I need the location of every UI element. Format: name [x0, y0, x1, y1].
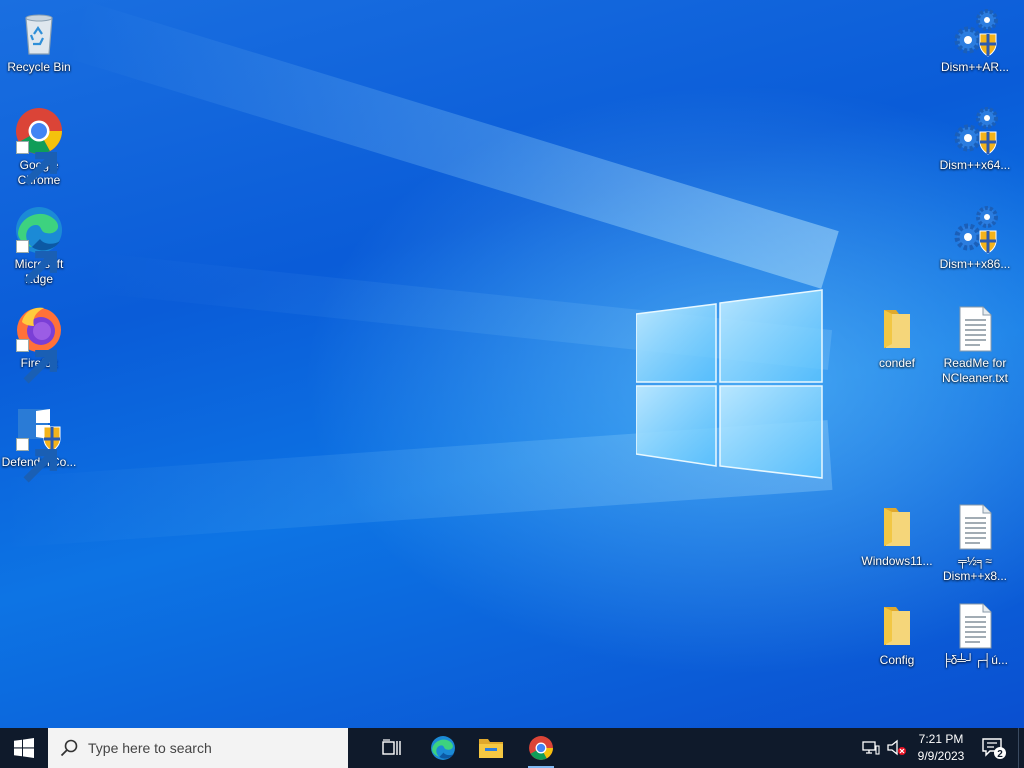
shortcut-arrow-icon — [16, 141, 58, 186]
firefox-icon — [14, 304, 64, 384]
icon-label: Recycle Bin — [7, 60, 71, 74]
task-view-button[interactable] — [370, 728, 414, 768]
desktop-icon-windows11-folder[interactable]: Windows11... — [857, 502, 937, 569]
folder-icon — [872, 601, 922, 651]
folder-icon — [872, 502, 922, 552]
desktop-icon-firefox[interactable]: Firefox — [0, 304, 79, 384]
notification-icon: 2 — [982, 738, 1006, 760]
gear-shield-icon — [950, 8, 1000, 58]
show-desktop-button[interactable] — [1018, 728, 1024, 768]
desktop-icon-dism-x64[interactable]: Dism++x64... — [935, 106, 1015, 173]
gear-shield-icon — [950, 106, 1000, 156]
icon-label: ╞δ╧┘┌┤ú... — [942, 653, 1008, 667]
chrome-icon — [14, 106, 64, 186]
search-box[interactable]: Type here to search — [48, 728, 348, 768]
desktop-icon-garbled-text-file[interactable]: ╞δ╧┘┌┤ú... — [935, 601, 1015, 668]
windows-start-icon — [14, 738, 34, 758]
shortcut-arrow-icon — [16, 240, 58, 285]
clock[interactable]: 7:21 PM 9/9/2023 — [910, 728, 972, 768]
taskbar-chrome-button[interactable] — [518, 728, 564, 768]
notification-badge: 2 — [997, 749, 1003, 760]
clock-time: 7:21 PM — [918, 732, 964, 746]
text-file-icon — [950, 304, 1000, 354]
icon-label: condef — [878, 356, 916, 370]
desktop-icon-readme-ncleaner[interactable]: ReadMe for NCleaner.txt — [935, 304, 1015, 386]
light-beam — [65, 0, 839, 289]
shortcut-arrow-icon — [16, 339, 58, 384]
icon-label: Dism++x86... — [939, 257, 1011, 271]
icon-label: ReadMe for NCleaner.txt — [941, 356, 1009, 385]
desktop-icon-google-chrome[interactable]: Google Chrome — [0, 106, 79, 188]
search-placeholder: Type here to search — [88, 740, 212, 756]
network-tray-button[interactable] — [858, 728, 884, 768]
defender-control-icon — [14, 403, 64, 483]
icon-label: Dism++AR... — [940, 60, 1009, 74]
network-icon — [862, 741, 880, 755]
icon-label: ╤½╕≈ Dism++x8... — [942, 554, 1008, 583]
desktop-icon-dism-text-file[interactable]: ╤½╕≈ Dism++x8... — [935, 502, 1015, 584]
task-view-icon — [382, 739, 401, 755]
folder-icon — [872, 304, 922, 354]
action-center-button[interactable]: 2 — [974, 728, 1014, 768]
search-icon — [60, 739, 78, 757]
taskbar: Type here to search 7:21 PM 9/9/2023 2 — [0, 728, 1024, 768]
desktop-icon-microsoft-edge[interactable]: Microsoft Edge — [0, 205, 79, 287]
desktop-icon-dism-arm[interactable]: Dism++AR... — [935, 8, 1015, 75]
taskbar-edge-button[interactable] — [420, 728, 466, 768]
desktop-icon-dism-x86[interactable]: Dism++x86... — [935, 205, 1015, 272]
desktop-icon-config-folder[interactable]: Config — [857, 601, 937, 668]
desktop-icon-recycle-bin[interactable]: Recycle Bin — [0, 8, 79, 75]
desktop[interactable]: Recycle Bin Google Chrome Microsoft Edge… — [0, 0, 1024, 728]
volume-tray-button[interactable] — [884, 728, 910, 768]
icon-label: Windows11... — [861, 554, 933, 568]
desktop-icon-defender-control[interactable]: DefenderCo... — [0, 403, 79, 483]
taskbar-file-explorer-button[interactable] — [468, 728, 514, 768]
chrome-icon — [529, 736, 553, 760]
recycle-bin-icon — [14, 8, 64, 58]
windows-logo-wallpaper — [636, 289, 823, 479]
clock-date: 9/9/2023 — [917, 749, 965, 763]
gear-shield-icon — [950, 205, 1000, 255]
icon-label: Dism++x64... — [939, 158, 1011, 172]
volume-muted-icon — [887, 739, 906, 756]
text-file-icon — [950, 601, 1000, 651]
desktop-icon-condef-folder[interactable]: condef — [857, 304, 937, 371]
edge-icon — [14, 205, 64, 285]
start-button[interactable] — [0, 728, 48, 768]
shortcut-arrow-icon — [16, 438, 58, 483]
text-file-icon — [950, 502, 1000, 552]
icon-label: Config — [879, 653, 915, 667]
edge-icon — [431, 736, 455, 760]
file-explorer-icon — [479, 739, 503, 758]
